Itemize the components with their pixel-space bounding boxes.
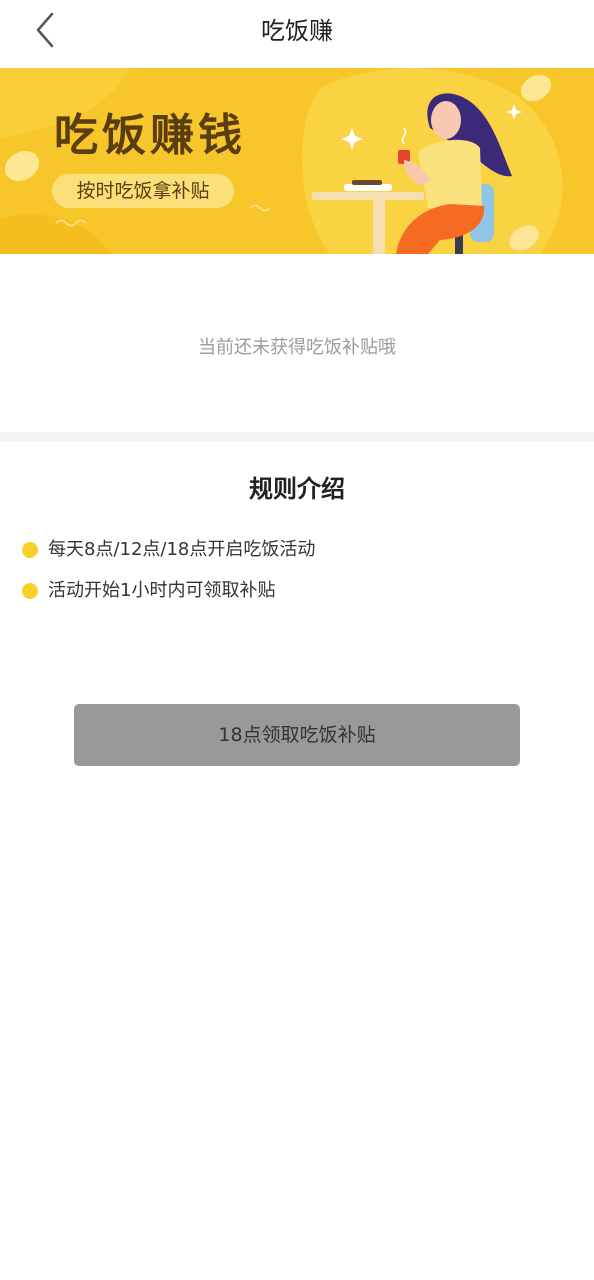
bullet-dot-icon — [22, 583, 38, 599]
nav-header: 吃饭赚 — [0, 0, 594, 68]
section-divider — [0, 432, 594, 442]
promo-banner: 吃饭赚钱 按时吃饭拿补贴 — [0, 68, 594, 254]
page-title: 吃饭赚 — [261, 17, 333, 45]
bullet-dot-icon — [22, 542, 38, 558]
banner-title: 吃饭赚钱 — [54, 110, 246, 161]
subsidy-empty-state: 当前还未获得吃饭补贴哦 — [0, 254, 594, 432]
rule-text: 活动开始1小时内可领取补贴 — [48, 580, 276, 601]
page: 吃饭赚 吃饭赚钱 按时吃饭拿补贴 当前还未获得吃饭补贴哦 规则介绍 每天8点/1… — [0, 0, 594, 1280]
banner-subtitle-pill: 按时吃饭拿补贴 — [52, 174, 234, 208]
claim-subsidy-button[interactable]: 18点领取吃饭补贴 — [74, 704, 520, 766]
rules-title: 规则介绍 — [249, 475, 345, 503]
rule-text: 每天8点/12点/18点开启吃饭活动 — [48, 539, 316, 560]
claim-subsidy-button-label: 18点领取吃饭补贴 — [218, 724, 376, 746]
banner-subtitle: 按时吃饭拿补贴 — [76, 180, 210, 202]
empty-message: 当前还未获得吃饭补贴哦 — [198, 337, 396, 358]
